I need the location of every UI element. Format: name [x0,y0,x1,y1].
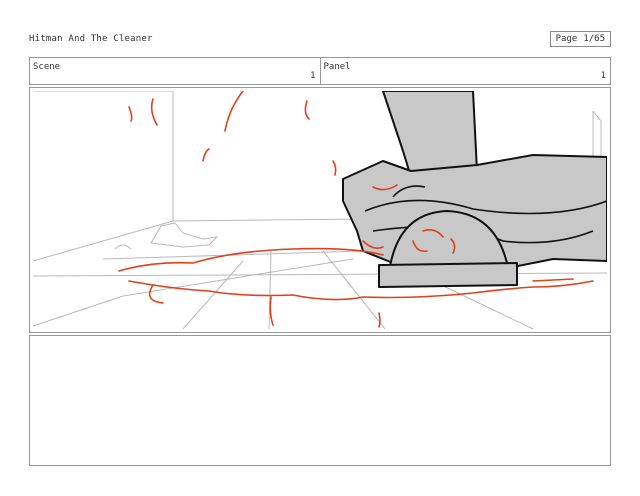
scene-label: Scene [33,62,61,72]
storyboard-panel [29,87,611,333]
panel-cell: Panel 1 [319,58,611,84]
scene-cell: Scene 1 [30,58,320,84]
document-title: Hitman And The Cleaner [29,34,153,44]
floor-debris [114,222,219,250]
panel-number: 1 [600,71,606,81]
panel-notes-box[interactable] [29,335,611,466]
page-label: Page [555,34,578,44]
page-indicator: Page 1/65 [549,31,611,47]
panel-label: Panel [323,62,351,72]
storyboard-sketch [33,91,607,329]
scene-number: 1 [310,71,316,81]
scene-panel-header: Scene 1 Panel 1 [29,57,611,85]
page-number: 1/65 [583,34,605,44]
